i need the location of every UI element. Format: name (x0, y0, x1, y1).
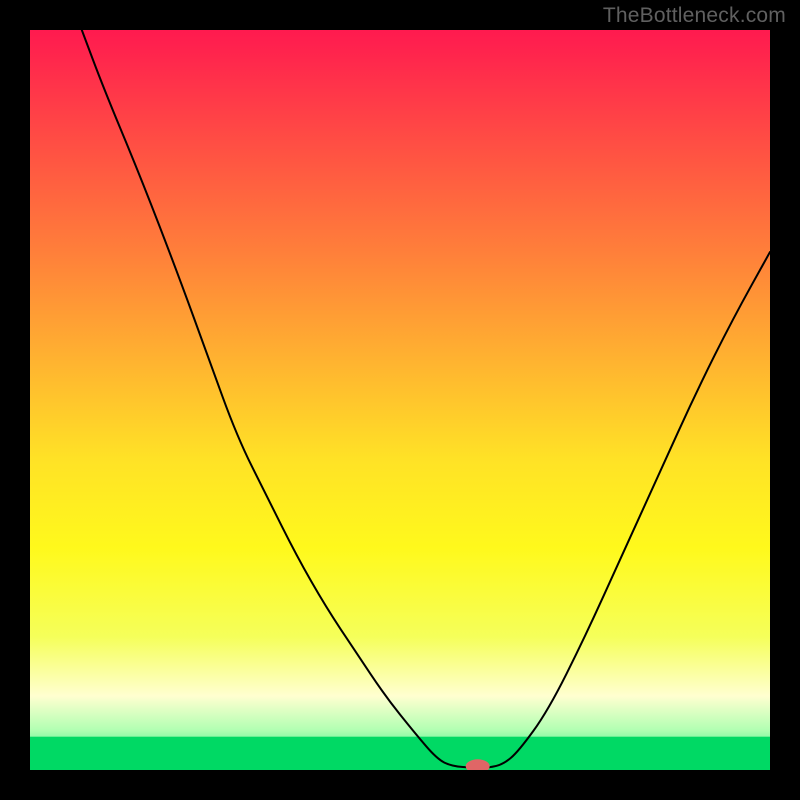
optimal-green-band (30, 737, 770, 770)
chart-container: TheBottleneck.com (0, 0, 800, 800)
bottleneck-chart (0, 0, 800, 800)
gradient-background (30, 30, 770, 770)
watermark-text: TheBottleneck.com (603, 4, 786, 28)
optimal-marker (466, 759, 490, 773)
